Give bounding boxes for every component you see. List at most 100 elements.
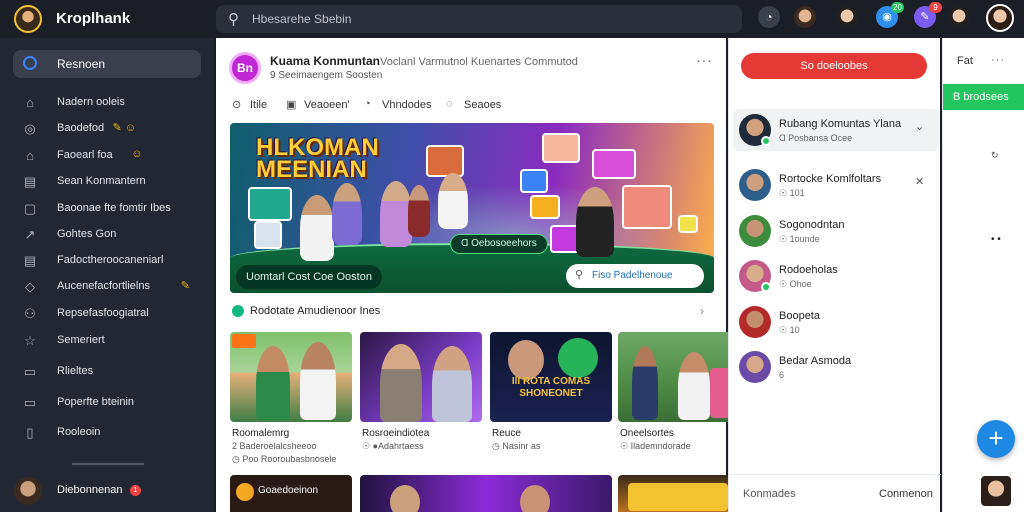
online-indicator [761, 282, 771, 292]
camera-icon: ▣ [286, 99, 297, 111]
channel-icon [236, 483, 254, 501]
friend-avatar[interactable] [836, 6, 858, 28]
notifications-icon[interactable]: ✎ 9 [914, 2, 942, 28]
green-tab[interactable]: B brodsees [943, 84, 1024, 110]
search-bar[interactable]: ⚲ [216, 5, 742, 33]
sidebar-item[interactable]: ◎ Baodefod ✎ ☺ [22, 119, 202, 139]
contact-item[interactable]: Boopeta ☉ 10 [739, 306, 935, 340]
video-person [678, 352, 710, 420]
contact-item[interactable]: Rortocke Komlfoltars ☉ 101 ✕ [739, 169, 935, 203]
group-title[interactable]: Kuama KonmuntanVoclanl Varmutnol Kuenart… [270, 54, 578, 68]
hero-heading: HLKOMAN MEENIAN [256, 136, 379, 182]
video-meta: ☉ ●Adahrtaess [362, 441, 424, 451]
sidebar-item-label: Resnoen [57, 57, 106, 71]
sidebar-item[interactable]: ⚇ Repsefasfoogiatral [22, 304, 202, 324]
hero-card-image [678, 215, 698, 233]
hero-banner[interactable]: HLKOMAN MEENIAN Ɑ Oebosoeehors Uomtarl C… [230, 123, 714, 293]
sidebar-item[interactable]: ▭ Poperfte bteinin [22, 393, 202, 413]
dots-icon[interactable]: • • [991, 234, 1001, 245]
chat-icon: ◔ [364, 98, 371, 110]
hero-search-label: Fiso Padelhenoue [592, 270, 673, 281]
friend-avatar[interactable] [794, 6, 816, 28]
sidebar-item-label: Sean Konmantern [57, 175, 146, 187]
hero-search-button[interactable]: ⚲ Fiso Padelhenoue [566, 264, 704, 288]
sidebar-item[interactable]: ⌂ Faoearl foa ☺ [22, 146, 202, 166]
chevron-down-icon[interactable]: ⌄ [915, 120, 924, 133]
video-person [520, 485, 550, 512]
primary-action-button[interactable]: So doeloobes [741, 53, 927, 79]
video-thumbnail [618, 332, 740, 422]
sidebar-item[interactable]: ▤ Sean Konmantern [22, 172, 202, 192]
chat-icon: ◎ [24, 121, 36, 136]
footer-right-label[interactable]: Conmenon [879, 488, 933, 500]
video-person [432, 346, 472, 422]
sidebar-item[interactable]: ⌂ Nadern ooleis [22, 93, 202, 113]
tab-label: Itile [250, 99, 268, 111]
sidebar-item[interactable]: ☆ Semeriert [22, 331, 202, 351]
search-icon: ⚲ [575, 269, 584, 281]
chevron-right-icon[interactable]: › [700, 304, 704, 318]
profile-avatar[interactable] [986, 4, 1014, 32]
sidebar-item[interactable]: ▭ Rlieltes [22, 362, 202, 382]
sidebar-item[interactable]: ▤ Fadoctheroocaneniarl [22, 251, 202, 271]
tab-label: Veaoeen' [304, 99, 350, 111]
section-icon [232, 305, 244, 317]
more-options-icon[interactable]: ··· [696, 52, 713, 68]
hero-person [332, 183, 362, 245]
sidebar-item[interactable]: ▯ Rooleoin [22, 423, 202, 443]
contact-item[interactable]: Bedar Asmoda 6 [739, 351, 935, 385]
contact-item[interactable]: Rodoeholas ☉ Ohoe [739, 260, 935, 294]
sidebar-item[interactable]: ↗ Gohtes Gon [22, 225, 202, 245]
video-title: Oneelsortes [620, 428, 674, 439]
sidebar-item[interactable]: ◇ Aucenefacfortlielns ✎ [22, 277, 202, 297]
contact-name: Rodoeholas [779, 264, 838, 276]
shield-icon[interactable]: ◔ [758, 6, 780, 28]
video-thumbnail[interactable]: Goaedoeinon [230, 475, 352, 512]
tab-label: Vhndodes [382, 99, 432, 111]
emoji-icon: ✎ ☺ [112, 122, 137, 134]
user-avatar[interactable] [981, 476, 1011, 506]
hero-card-image [254, 221, 282, 249]
app-title: Kroplhank [56, 10, 131, 27]
video-meta: ◷ Poo Rooroubasbnosele [232, 454, 337, 464]
home-icon [23, 56, 37, 70]
hero-person [438, 173, 468, 229]
hero-card-image [520, 169, 548, 193]
close-icon[interactable]: ✕ [915, 175, 924, 188]
shield-icon: ◇ [25, 279, 35, 294]
video-overlay-text: Goaedoeinon [258, 485, 319, 496]
more-options-icon[interactable]: ··· [991, 54, 1005, 66]
video-thumbnail[interactable] [618, 475, 740, 512]
video-thumbnail [360, 332, 482, 422]
search-input[interactable] [252, 10, 722, 28]
app-logo-avatar[interactable] [14, 5, 42, 33]
video-thumbnail[interactable] [360, 475, 612, 512]
contact-item[interactable]: Rubang Komuntas Ylana Ɑ Posbansa Ocee ⌄ [739, 114, 935, 148]
calendar-icon: ▤ [23, 174, 37, 189]
contact-item[interactable]: Sogonodntan ☉ 1ounde [739, 215, 935, 249]
footer-left-label[interactable]: Konmades [743, 488, 796, 500]
video-thumbnail: IlI ROTA COMAS SHONEONET [490, 332, 612, 422]
hero-card-image [426, 145, 464, 177]
file-icon: ▯ [26, 425, 34, 440]
contact-name: Bedar Asmoda [779, 355, 852, 367]
add-button[interactable]: + [977, 420, 1015, 458]
hero-card-image [530, 195, 560, 219]
contacts-panel: So doeloobes Rubang Komuntas Ylana Ɑ Posb… [728, 38, 941, 512]
friend-avatar[interactable] [948, 6, 970, 28]
refresh-icon[interactable]: ↻ [991, 150, 999, 161]
messages-icon[interactable]: ◉ 20 [876, 2, 904, 28]
sidebar-item-label: Baodefod [57, 122, 105, 134]
sidebar-item-home[interactable]: Resnoen [13, 50, 201, 78]
sidebar-item-label: Nadern ooleis [57, 96, 125, 108]
side-column: Fat ··· B brodsees ↻ • • + [942, 38, 1024, 512]
group-logo[interactable]: Bn [229, 52, 261, 84]
video-person [508, 340, 544, 380]
main-feed: Bn Kuama KonmuntanVoclanl Varmutnol Kuen… [216, 38, 740, 512]
online-indicator [761, 136, 771, 146]
pin-icon: ⊙ [232, 99, 242, 111]
app-window: Kroplhank ⚲ ◔ ◉20 ✎9 Resnoen ⌂Nadern ool… [0, 0, 1024, 512]
sidebar-item[interactable]: ▢ Baoonae fte fomtir Ibes [22, 199, 202, 219]
hero-pill[interactable]: Ɑ Oebosoeehors [450, 234, 548, 254]
column-label[interactable]: Fat [957, 55, 973, 67]
